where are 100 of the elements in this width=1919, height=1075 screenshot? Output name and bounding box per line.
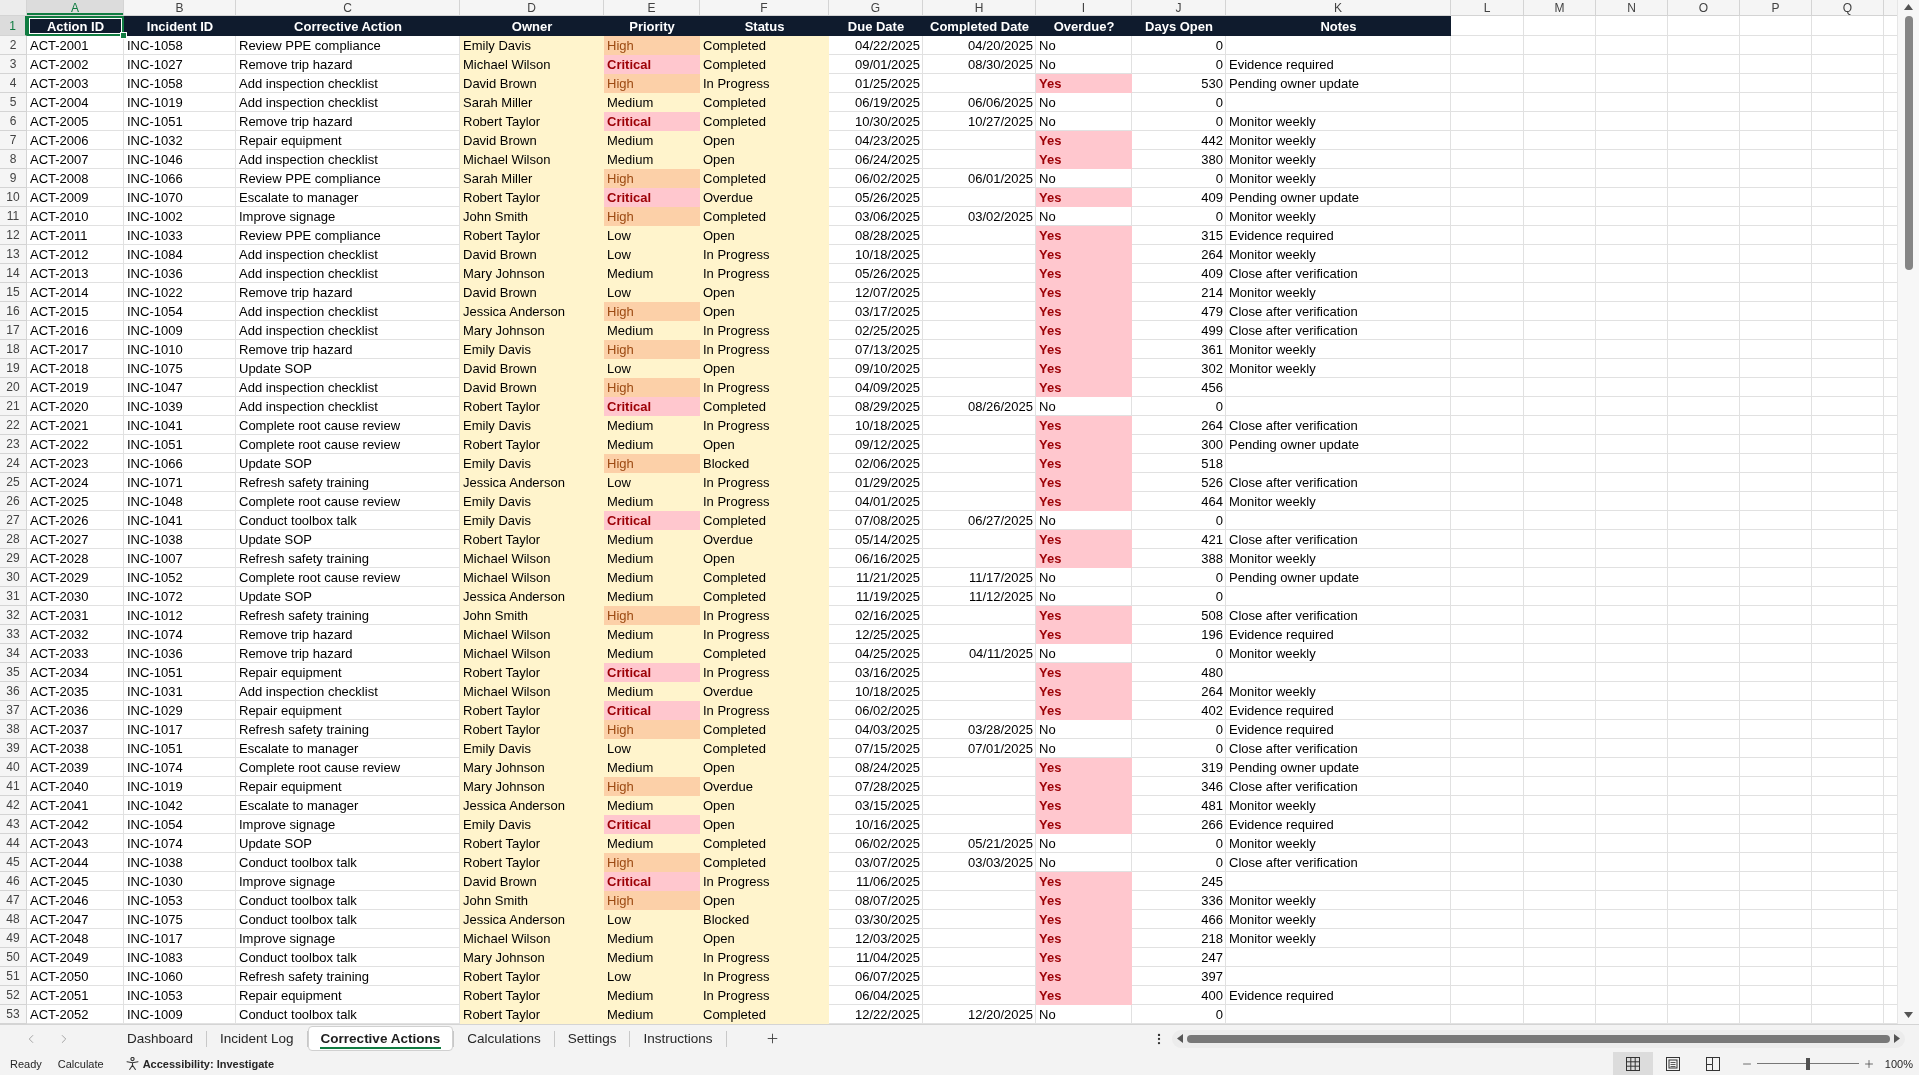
row-number[interactable]: 38 — [0, 720, 27, 739]
column-letter[interactable]: A — [27, 0, 124, 15]
row-number[interactable]: 41 — [0, 777, 27, 796]
table-cell: Low — [604, 245, 700, 264]
slider-thumb[interactable] — [1805, 1057, 1810, 1070]
row-number[interactable]: 19 — [0, 359, 27, 378]
row-number[interactable]: 43 — [0, 815, 27, 834]
table-cell-text: INC-1071 — [126, 473, 184, 492]
row-number[interactable]: 49 — [0, 929, 27, 948]
row-number[interactable]: 29 — [0, 549, 27, 568]
row-number[interactable]: 30 — [0, 568, 27, 587]
row-number[interactable]: 11 — [0, 207, 27, 226]
sheet-tab[interactable]: Incident Log — [207, 1026, 307, 1051]
row-number[interactable]: 51 — [0, 967, 27, 986]
scrollbar-thumb[interactable] — [1904, 16, 1913, 270]
plus-icon[interactable] — [764, 1031, 780, 1046]
table-cell-text: 09/12/2025 — [853, 435, 921, 454]
table-cell-text: 01/29/2025 — [853, 473, 921, 492]
row-number[interactable]: 45 — [0, 853, 27, 872]
zoom-level[interactable]: 100% — [1878, 1057, 1913, 1070]
sheet-tab[interactable]: Instructions — [630, 1026, 726, 1051]
table-cell-text: Evidence required — [1228, 986, 1335, 1005]
caret-left-icon[interactable] — [1177, 1034, 1183, 1043]
table-cell-text: INC-1009 — [126, 1005, 184, 1024]
row-number[interactable]: 44 — [0, 834, 27, 853]
table-cell: Michael Wilson — [460, 625, 604, 644]
row-number[interactable]: 1 — [0, 16, 27, 36]
row-number[interactable]: 12 — [0, 226, 27, 245]
row-number[interactable]: 13 — [0, 245, 27, 264]
fill-handle[interactable] — [120, 32, 127, 39]
row-number[interactable]: 22 — [0, 416, 27, 435]
row-number[interactable]: 16 — [0, 302, 27, 321]
row-number[interactable]: 23 — [0, 435, 27, 454]
row-number[interactable]: 20 — [0, 378, 27, 397]
table-cell-text: Add inspection checklist — [238, 93, 379, 112]
table-cell-text: 402 — [1200, 701, 1224, 720]
zoom-in-button[interactable] — [1862, 1057, 1875, 1070]
row-number[interactable]: 17 — [0, 321, 27, 340]
row-number[interactable]: 26 — [0, 492, 27, 511]
table-cell-text: INC-1036 — [126, 264, 184, 283]
table-cell-text: ACT-2038 — [29, 739, 90, 758]
sheet-tab[interactable]: Dashboard — [114, 1026, 207, 1051]
accessibility-button[interactable]: Accessibility: Investigate — [119, 1052, 281, 1075]
row-number[interactable]: 37 — [0, 701, 27, 720]
row-number[interactable]: 46 — [0, 872, 27, 891]
row-number[interactable]: 32 — [0, 606, 27, 625]
row-number[interactable]: 8 — [0, 150, 27, 169]
row-number[interactable]: 42 — [0, 796, 27, 815]
row-number[interactable]: 4 — [0, 74, 27, 93]
row-number[interactable]: 9 — [0, 169, 27, 188]
row-number[interactable]: 34 — [0, 644, 27, 663]
row-number[interactable]: 25 — [0, 473, 27, 492]
row-number[interactable]: 53 — [0, 1005, 27, 1024]
row-number[interactable]: 21 — [0, 397, 27, 416]
row-number[interactable]: 52 — [0, 986, 27, 1005]
row-number[interactable]: 40 — [0, 758, 27, 777]
table-cell-text: 0 — [1214, 207, 1224, 226]
calculate-button[interactable]: Calculate — [49, 1052, 112, 1075]
row-number[interactable]: 6 — [0, 112, 27, 131]
row-number[interactable]: 2 — [0, 36, 27, 55]
table-cell: Jessica Anderson — [460, 796, 604, 815]
sheet-tab[interactable]: Settings — [554, 1026, 630, 1051]
row-number[interactable]: 14 — [0, 264, 27, 283]
row-number[interactable]: 39 — [0, 739, 27, 758]
table-cell-text: ACT-2028 — [29, 549, 90, 568]
row-number[interactable]: 18 — [0, 340, 27, 359]
normal-view-button[interactable] — [1612, 1052, 1653, 1075]
caret-down-icon[interactable] — [1904, 1012, 1913, 1018]
row-number[interactable]: 10 — [0, 188, 27, 207]
table-cell: Completed — [700, 93, 829, 112]
caret-up-icon[interactable] — [1904, 4, 1913, 10]
row-number[interactable]: 24 — [0, 454, 27, 473]
table-cell-text: INC-1053 — [126, 891, 184, 910]
row-number[interactable]: 27 — [0, 511, 27, 530]
table-cell: Medium — [604, 682, 700, 701]
caret-right-icon[interactable] — [1894, 1034, 1900, 1043]
row-number[interactable]: 15 — [0, 283, 27, 302]
horizontal-scrollbar[interactable] — [1172, 1029, 1905, 1048]
row-number[interactable]: 36 — [0, 682, 27, 701]
row-number[interactable]: 48 — [0, 910, 27, 929]
vertical-scrollbar[interactable] — [1897, 0, 1919, 1024]
row-number[interactable]: 5 — [0, 93, 27, 112]
table-cell-text: ACT-2022 — [29, 435, 90, 454]
row-number[interactable]: 31 — [0, 587, 27, 606]
row-number[interactable]: 28 — [0, 530, 27, 549]
table-cell-text: Monitor weekly — [1228, 492, 1317, 511]
table-cell: Robert Taylor — [460, 397, 604, 416]
table-cell: High — [604, 169, 700, 188]
row-number[interactable]: 3 — [0, 55, 27, 74]
table-cell: Emily Davis — [460, 416, 604, 435]
sheet-tab[interactable]: Corrective Actions — [307, 1026, 454, 1051]
sheet-tab[interactable]: Calculations — [454, 1026, 554, 1051]
row-number[interactable]: 47 — [0, 891, 27, 910]
scrollbar-thumb[interactable] — [1187, 1034, 1890, 1043]
row-number[interactable]: 50 — [0, 948, 27, 967]
table-cell-text: ACT-2004 — [29, 93, 90, 112]
row-number[interactable]: 35 — [0, 663, 27, 682]
table-cell: Medium — [604, 549, 700, 568]
row-number[interactable]: 7 — [0, 131, 27, 150]
row-number[interactable]: 33 — [0, 625, 27, 644]
